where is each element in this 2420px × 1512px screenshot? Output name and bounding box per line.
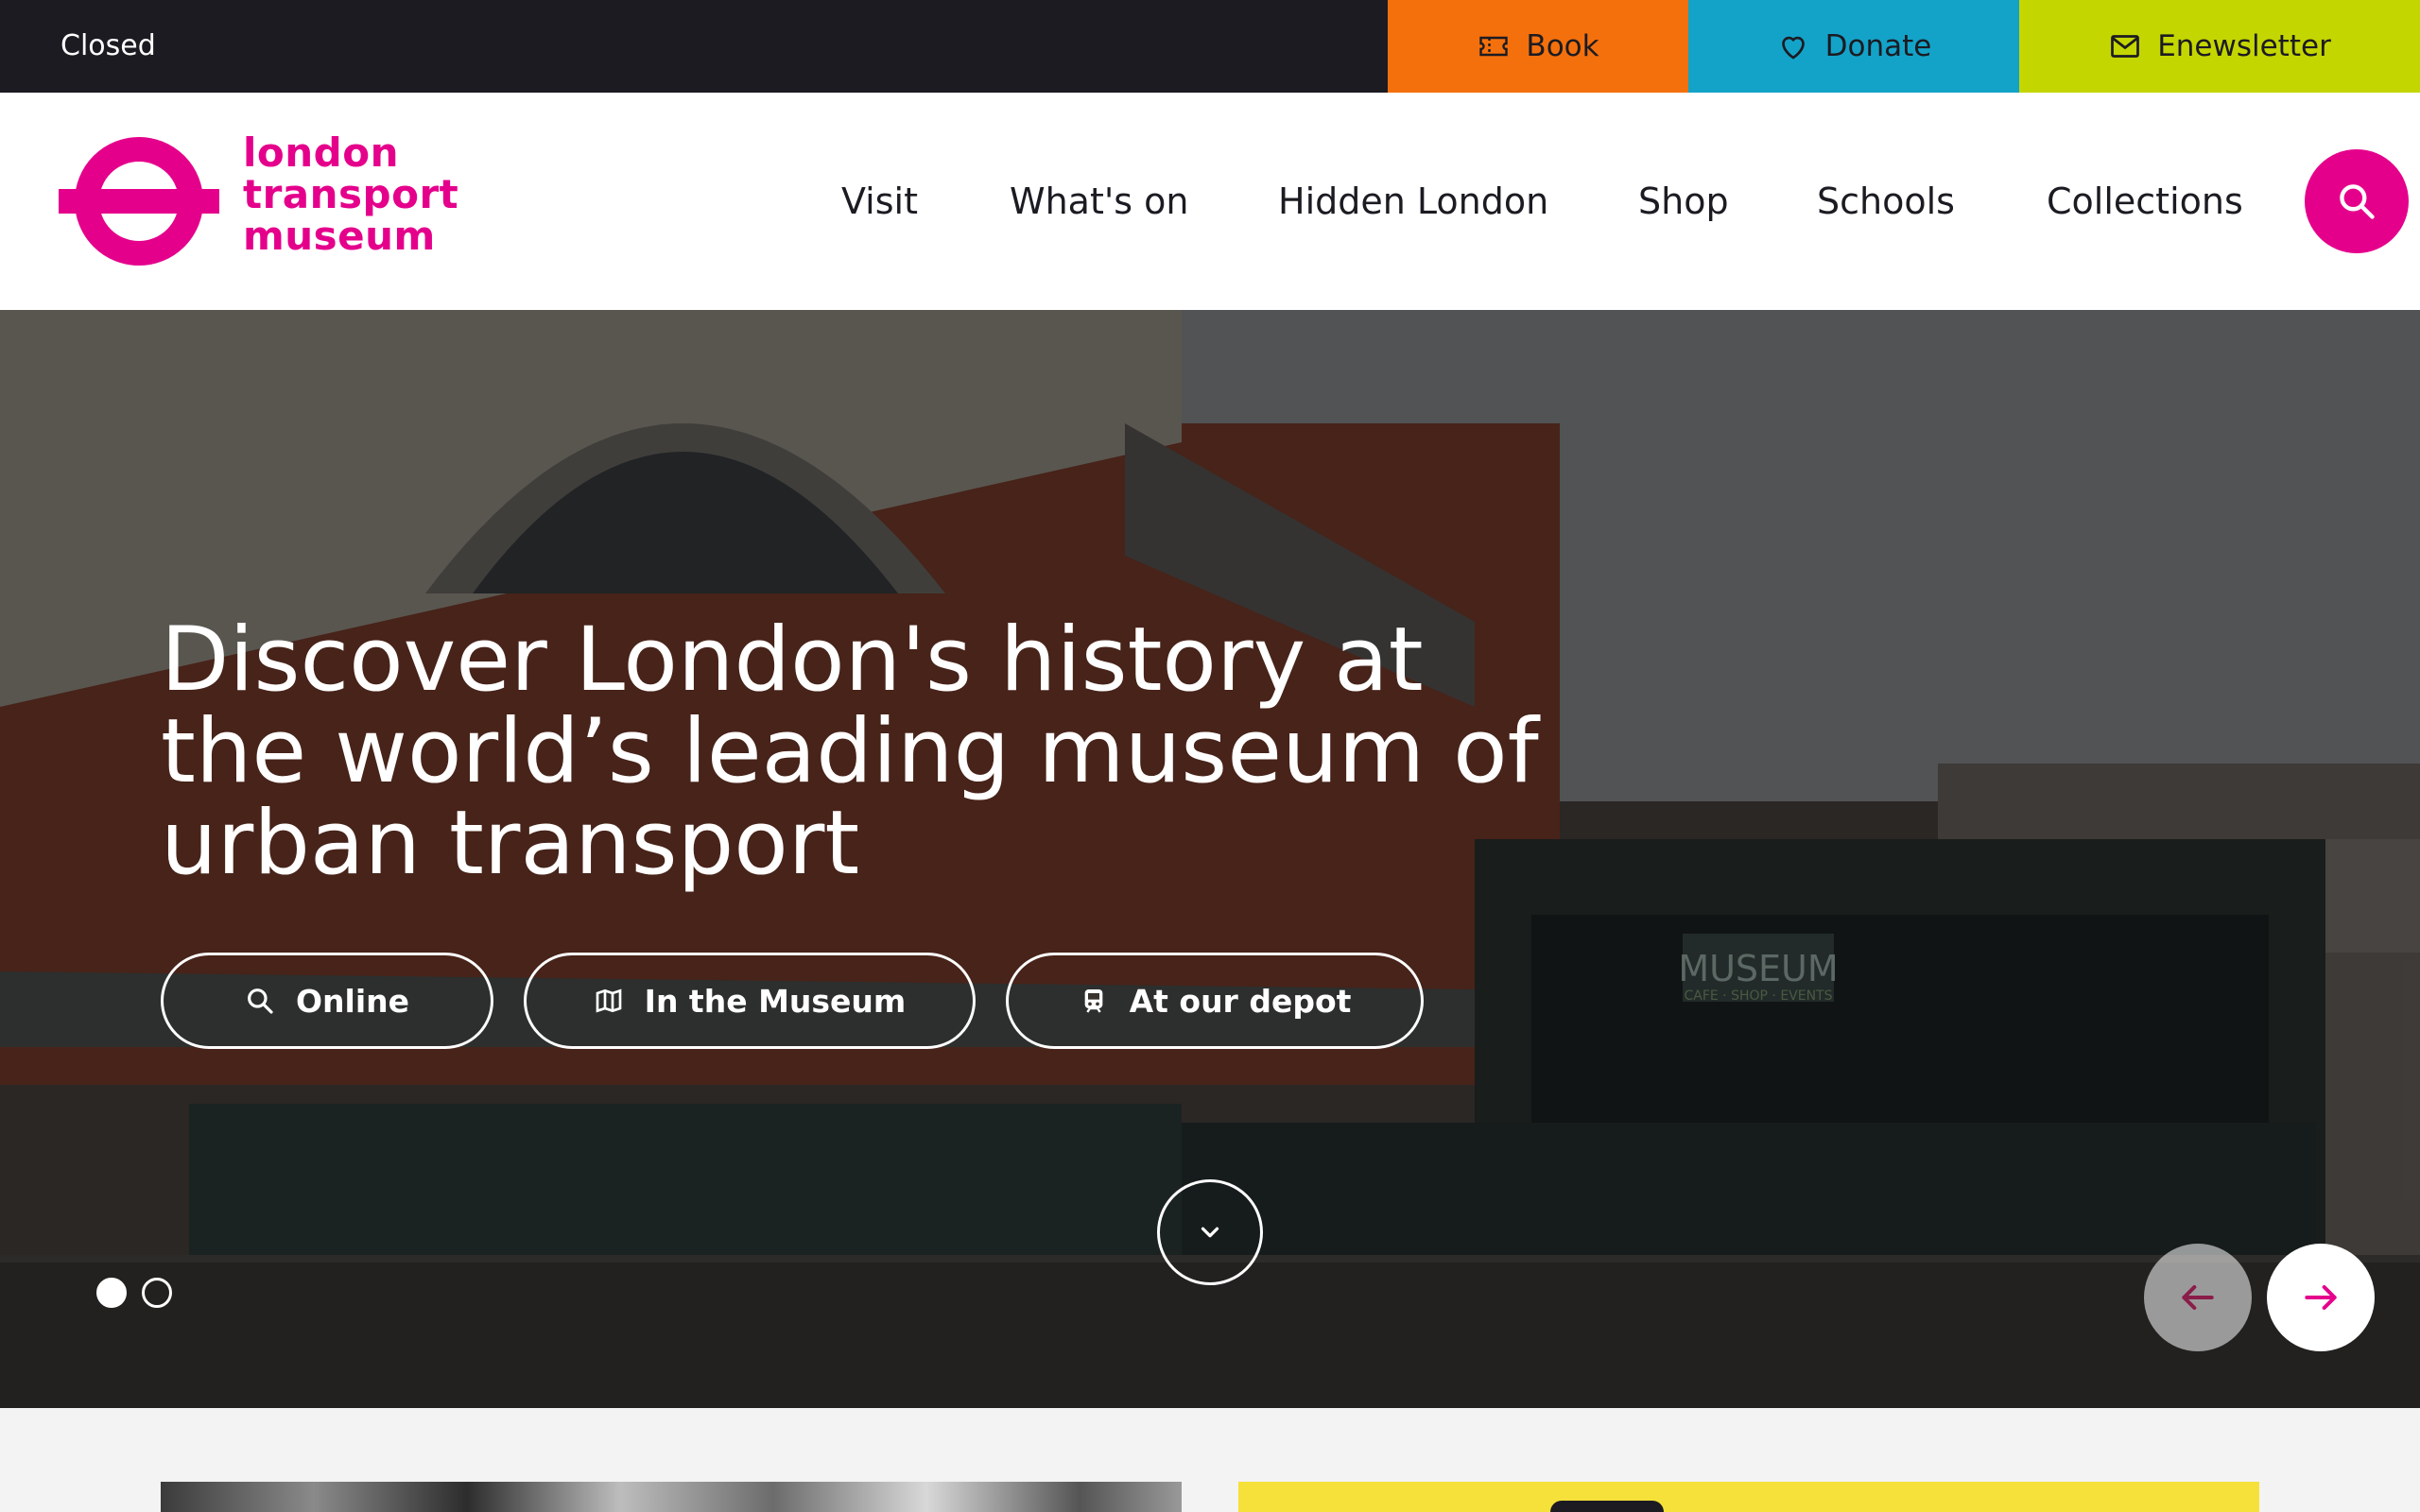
site-logo[interactable]: london transport museum [59,132,458,274]
hero-title-line-1: Discover London's history at [161,609,1424,712]
logo-line-1: london [243,129,399,176]
online-label: Online [295,982,410,1020]
at-our-depot-label: At our depot [1129,982,1352,1020]
book-label: Book [1526,29,1599,63]
donate-label: Donate [1824,29,1932,63]
at-our-depot-button[interactable]: At our depot [1006,953,1424,1049]
nav-schools[interactable]: Schools [1817,93,1955,310]
main-header: london transport museum Visit What's on … [0,93,2420,310]
logo-line-2: transport [243,171,459,217]
in-the-museum-button[interactable]: In the Museum [524,953,976,1049]
book-button[interactable]: Book [1388,0,1688,93]
heart-icon [1781,36,1805,60]
map-icon [596,988,622,1013]
nav-visit[interactable]: Visit [841,93,918,310]
nav-whats-on[interactable]: What's on [1010,93,1189,310]
enewsletter-button[interactable]: Enewsletter [2019,0,2420,93]
carousel-dot-1[interactable] [96,1278,127,1308]
donate-button[interactable]: Donate [1688,0,2019,93]
hero-title: Discover London's history at the world’s… [161,614,1635,889]
search-icon [248,988,273,1014]
nav-collections[interactable]: Collections [2047,93,2243,310]
opening-status: Closed [60,29,156,62]
search-icon [2340,184,2375,219]
next-slide-button[interactable] [2267,1244,2375,1351]
previous-slide-button[interactable] [2144,1244,2252,1351]
train-icon [1084,989,1102,1013]
ticket-icon [1479,36,1509,57]
logo-line-3: museum [243,213,436,259]
scroll-down-button[interactable] [1157,1179,1263,1285]
arrow-right-icon [2305,1284,2337,1311]
carousel-dot-2[interactable] [142,1278,172,1308]
mail-icon [2111,35,2140,58]
roundel-logo-icon [59,137,219,266]
feature-cards-section [0,1408,2420,1512]
nav-hidden-london[interactable]: Hidden London [1278,93,1548,310]
feature-card-image-1[interactable] [161,1482,1182,1512]
utility-bar: Closed Book Donate Enewsletter [0,0,2420,93]
hero-title-line-2: the world’s leading museum of [161,700,1539,803]
carousel-dots [96,1278,172,1308]
hero-title-line-3: urban transport [161,792,860,895]
arrow-left-icon [2182,1284,2214,1311]
nav-shop[interactable]: Shop [1638,93,1729,310]
chevron-down-icon [1201,1227,1219,1238]
logo-wordmark: london transport museum [243,132,458,257]
search-button[interactable] [2305,149,2409,253]
online-button[interactable]: Online [161,953,493,1049]
in-the-museum-label: In the Museum [644,982,907,1020]
enewsletter-label: Enewsletter [2157,29,2331,63]
hero-carousel: MUSEUM CAFE · SHOP · EVENTS Discover Lon… [0,310,2420,1408]
feature-card-image-2[interactable] [1238,1482,2259,1512]
